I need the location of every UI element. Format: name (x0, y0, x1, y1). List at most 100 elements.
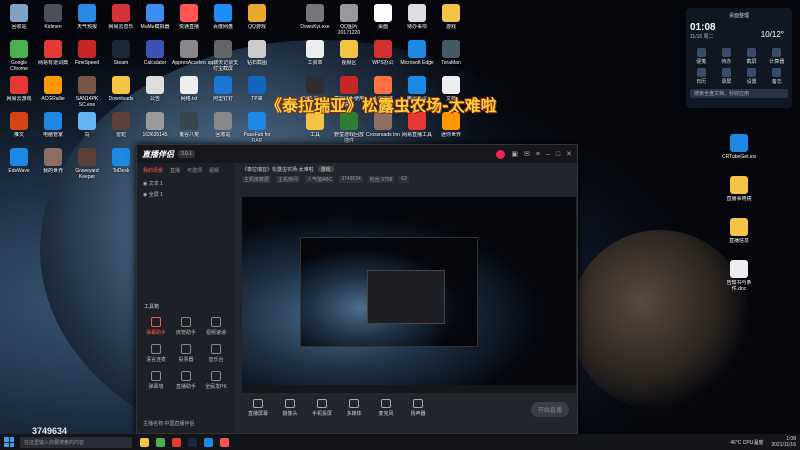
taskbar-clock[interactable]: 1:08 2021/11/16 (771, 436, 796, 448)
desktop-icon[interactable]: Crossroads Inn (366, 112, 400, 148)
file-explorer-icon[interactable] (140, 437, 149, 447)
widget-shortcut[interactable]: 日历 (690, 68, 712, 85)
scene-tab[interactable]: 我的场景 (143, 167, 163, 174)
room-category-tag[interactable]: 游戏 (317, 166, 334, 173)
tool-button[interactable]: 语言连麦 (141, 344, 171, 363)
clock-widget[interactable]: 桌面整理 01:08 11/16 周二 10/12° 便笺 待办 截屏 计算器 日历 录屏… (686, 8, 792, 108)
edge-icon[interactable] (204, 437, 213, 447)
room-title[interactable]: 《泰拉瑞亚》松露虫农场-太难啦 (242, 166, 314, 173)
menu-icon[interactable]: ≡ (536, 151, 540, 158)
desktop-icon[interactable]: 待办事项 (400, 4, 434, 40)
desktop-icon[interactable]: 推文 (2, 112, 36, 148)
desktop-icon[interactable]: AppresAccelerator (172, 40, 206, 76)
desktop-icon[interactable]: 工具 (298, 112, 332, 148)
desktop-icon[interactable]: 钻石截图 (240, 40, 274, 76)
desktop-icon[interactable]: EdsWave (2, 148, 36, 184)
desktop-icon[interactable]: qq聊天记录支付宝截屏 (206, 40, 240, 76)
desktop-icon[interactable]: SAN14PK SC.exe (70, 76, 104, 112)
desktop-icon[interactable]: 桌面 (366, 4, 400, 40)
control-button[interactable]: 扬声器 (402, 399, 434, 417)
windows-start-icon[interactable] (4, 437, 14, 447)
desktop-icon[interactable]: Kidmen (36, 4, 70, 40)
desktop-icon[interactable]: 我的世界 (36, 148, 70, 184)
desktop-icon[interactable]: 网易云音乐 (104, 4, 138, 40)
scene-item[interactable]: ◉ 全屏 1 (137, 189, 233, 200)
desktop-icon[interactable]: 网络.txt (172, 76, 206, 112)
mail-icon[interactable]: ✉ (524, 150, 530, 158)
desktop-icon[interactable]: MuMu模拟器 (138, 4, 172, 40)
avatar[interactable] (496, 149, 506, 159)
desktop-icon[interactable]: 回收站 (2, 4, 36, 40)
desktop-icon[interactable]: 公告 (138, 76, 172, 112)
desktop-icon[interactable]: 百度网盘 (206, 4, 240, 40)
desktop-icon[interactable]: 电脑管家 (36, 112, 70, 148)
widget-shortcut[interactable]: 备忘 (766, 68, 788, 85)
tool-button[interactable]: 全民发PK (201, 371, 231, 390)
desktop-icon[interactable]: 野蛮游戏回放插件 (332, 112, 366, 148)
desktop-icon[interactable]: Google Chrome (2, 40, 36, 76)
desktop-icon[interactable]: TeraMan (434, 40, 468, 76)
control-button[interactable]: 多媒体 (338, 399, 370, 417)
close-icon[interactable]: ✕ (566, 150, 572, 158)
desktop-icon[interactable]: ACGRallie (36, 76, 70, 112)
desktop-icon[interactable]: Microsoft Edge (400, 40, 434, 76)
desktop-icon[interactable]: 网易云游戏 (2, 76, 36, 112)
desktop-icon[interactable]: 工资单 (298, 40, 332, 76)
taskbar-search-input[interactable]: 在这里输入你要搜索的内容 (20, 436, 132, 448)
desktop-icon[interactable]: 天气预报 (70, 4, 104, 40)
desktop-icon[interactable]: FineSpeed (70, 40, 104, 76)
desktop-icon[interactable]: Graveyard Keeper (70, 148, 104, 184)
control-button[interactable]: 直播屏幕 (242, 399, 274, 417)
go-live-button[interactable]: 开始直播 (530, 402, 569, 417)
tool-button[interactable]: 房管助手 (171, 317, 201, 336)
netease-icon[interactable] (172, 437, 181, 447)
desktop-icon[interactable]: CRTubeGet.exe (722, 134, 756, 170)
widget-shortcut[interactable]: 待办 (715, 48, 737, 65)
desktop-icon[interactable]: DownKyi.exe (298, 4, 332, 40)
desktop-icon[interactable]: Calculator (138, 40, 172, 76)
desktop-icon[interactable]: 回收站 (206, 112, 240, 148)
desktop-icon[interactable]: 雷蛇 (104, 112, 138, 148)
desktop-icon[interactable]: Downloads (104, 76, 138, 112)
desktop-icon[interactable]: 网易直播工具 (400, 112, 434, 148)
desktop-icon[interactable]: 直播事用镜 (722, 176, 756, 212)
stream-preview[interactable] (242, 197, 576, 393)
gift-icon[interactable]: ▣ (511, 150, 518, 158)
control-button[interactable]: 手机投屏 (306, 399, 338, 417)
desktop-icon[interactable]: 直播信息 (722, 218, 756, 254)
desktop-icon[interactable]: 鬼谷八荒 (172, 112, 206, 148)
desktop-icon[interactable]: Steam (104, 40, 138, 76)
tool-button[interactable]: 音乐台 (201, 344, 231, 363)
scene-item[interactable]: ◉ 文本 1 (137, 178, 233, 189)
widget-shortcut[interactable]: 截屏 (741, 48, 763, 65)
scene-tab[interactable]: 视频 (209, 167, 219, 174)
maximize-icon[interactable]: □ (556, 151, 560, 158)
widget-shortcut[interactable]: 录屏 (715, 68, 737, 85)
tool-button[interactable]: 投票器 (171, 344, 201, 363)
widget-shortcut[interactable]: 计算器 (766, 48, 788, 65)
control-button[interactable]: 摄像头 (274, 399, 306, 417)
desktop-icon[interactable]: 迷你世界 (434, 112, 468, 148)
desktop-icon[interactable]: WPS办公 (366, 40, 400, 76)
widget-search-input[interactable]: 搜索全盘文档、秒收应用 (690, 89, 788, 98)
scene-tab[interactable]: 直播 (170, 167, 180, 174)
desktop-icon[interactable]: 视频区 (332, 40, 366, 76)
steam-icon[interactable] (188, 437, 197, 447)
desktop-icon[interactable]: QQ游戏 (240, 4, 274, 40)
desktop-icon[interactable]: 游戏 (434, 4, 468, 40)
desktop-icon[interactable]: 鸟 (70, 112, 104, 148)
control-button[interactable]: 麦克风 (370, 399, 402, 417)
widget-shortcut[interactable]: 设置 (741, 68, 763, 85)
desktop-icon[interactable]: ToDesk (104, 148, 138, 184)
tool-button[interactable]: 直播助手 (171, 371, 201, 390)
chrome-icon[interactable] (156, 437, 165, 447)
minimize-icon[interactable]: – (546, 151, 550, 158)
scene-tab[interactable]: 可选项 (187, 167, 202, 174)
desktop-icon[interactable]: 163635145 (138, 112, 172, 148)
widget-shortcut[interactable]: 便笺 (690, 48, 712, 65)
desktop-icon[interactable]: 网易有道词典 (36, 40, 70, 76)
tool-button[interactable]: 弹幕墙 (141, 371, 171, 390)
desktop-icon[interactable]: 告知书与条件.doc (722, 260, 756, 296)
tool-button[interactable]: 视频速递 (201, 317, 231, 336)
desktop-icon[interactable]: 阿里钉钉 (206, 76, 240, 112)
